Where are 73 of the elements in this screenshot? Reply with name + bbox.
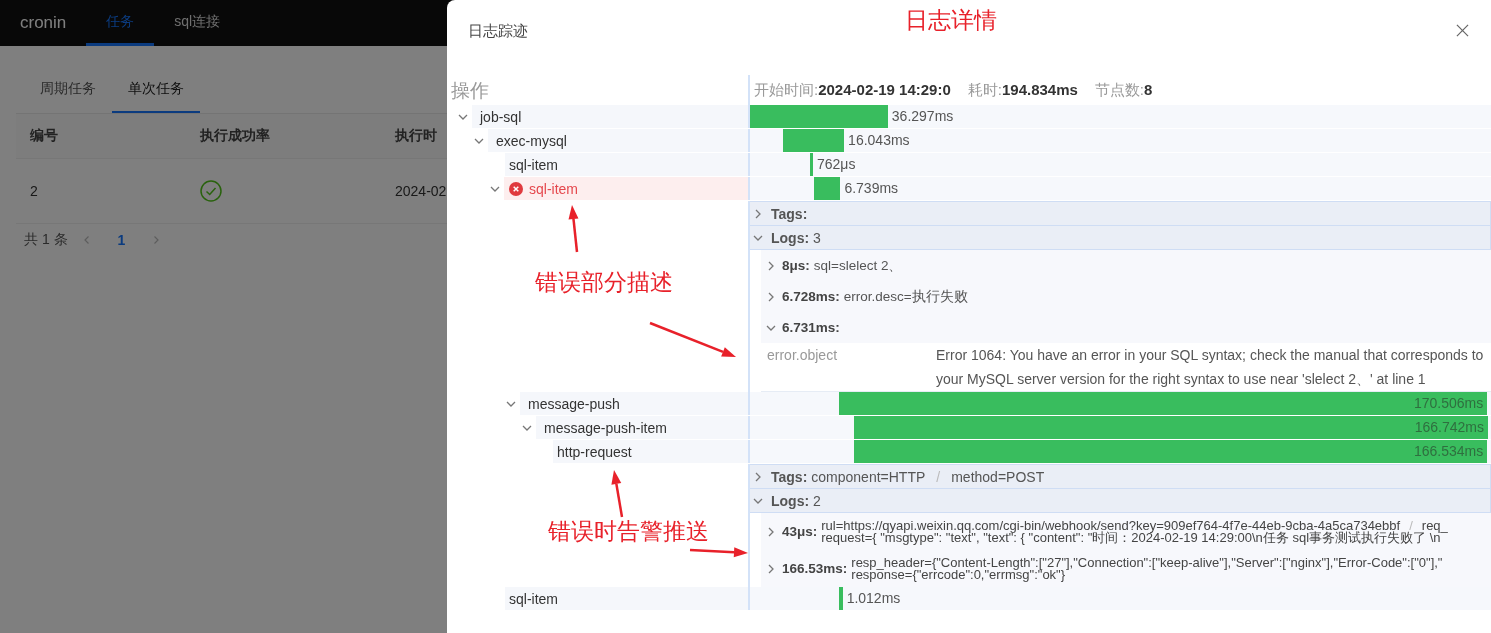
column-header: 编号	[29, 127, 59, 145]
field-value: Error 1064: You have an error in your SQL syntax; check the manual that corresponds to your MySQL server version for the right syntax to use near 'slelect 2、' at line 1	[936, 346, 1485, 389]
duration-label: 16.043ms	[848, 131, 910, 150]
field-key: error.object	[761, 343, 936, 391]
log-field: req_	[1421, 517, 1448, 533]
caret-icon[interactable]	[522, 423, 532, 433]
caret-icon[interactable]	[506, 399, 516, 409]
caret-icon[interactable]	[490, 184, 500, 194]
close-icon[interactable]	[1456, 24, 1469, 37]
column-header: 操作	[450, 79, 490, 103]
duration-label: 166.742ms	[1414, 418, 1486, 437]
summary-value: 194.834ms	[1001, 80, 1078, 98]
span-label[interactable]: message-push-item	[536, 416, 748, 439]
drawer-title: 日志踪迹	[468, 22, 528, 41]
log-field: sql=slelect 2、	[813, 257, 903, 273]
tag: method=POST	[951, 468, 1045, 485]
duration-bar	[838, 587, 843, 610]
annotation: 错误时告警推送	[548, 518, 709, 546]
duration-label: 6.739ms	[844, 179, 899, 198]
log-time[interactable]: 6.728ms:	[782, 289, 840, 304]
summary-label: 节点数:	[1094, 80, 1145, 98]
caret-icon[interactable]	[766, 291, 776, 302]
summary-value: 8	[1144, 80, 1153, 98]
tags-toggle[interactable]: Tags: component=HTTP / method=POST	[750, 464, 1491, 489]
tag: component=HTTP	[811, 468, 926, 485]
duration-label: 166.534ms	[1414, 442, 1485, 461]
total-count: 共 1 条	[24, 231, 68, 249]
log-field: error.desc=执行失败	[843, 288, 968, 304]
separator: /	[1409, 517, 1413, 533]
arrow	[611, 470, 624, 518]
span-label[interactable]: http-request	[553, 440, 748, 463]
span-label[interactable]: job-sql	[472, 105, 748, 128]
span-label[interactable]: sql-item	[505, 153, 748, 176]
caret-icon[interactable]	[766, 563, 776, 574]
summary-label: 耗时:	[967, 80, 1002, 98]
check-circle-icon	[200, 180, 222, 202]
table-cell-text: 2024-02	[394, 183, 447, 199]
span-label[interactable]: sql-item	[504, 177, 748, 200]
logs-toggle[interactable]: Logs: 3	[750, 226, 1491, 250]
duration-label: 170.506ms	[1414, 394, 1485, 413]
duration-label: 762μs	[817, 155, 856, 174]
summary-value: 2024-02-19 14:29:0	[818, 80, 951, 98]
separator: /	[936, 468, 941, 485]
span-label[interactable]: sql-item	[505, 587, 748, 610]
arrow	[689, 547, 748, 558]
arrow	[568, 205, 579, 253]
duration-label: 36.297ms	[891, 107, 954, 126]
column-header: 执行成功率	[199, 127, 271, 145]
span-label[interactable]: message-push	[520, 392, 748, 415]
sub-tab[interactable]: 周期任务	[24, 70, 112, 113]
duration-label: 1.012ms	[846, 589, 901, 608]
logs-toggle[interactable]: Logs: 2	[750, 489, 1491, 513]
caret-icon[interactable]	[458, 112, 468, 122]
log-time[interactable]: 6.731ms:	[782, 320, 840, 335]
log-time[interactable]: 8μs:	[782, 258, 810, 273]
log-time[interactable]: 43μs:	[782, 524, 818, 539]
nav-tab[interactable]: sql连接	[154, 0, 241, 46]
caret-icon[interactable]	[766, 260, 776, 271]
annotation: 日志详情	[905, 7, 997, 35]
table-cell-text: 2	[29, 183, 39, 199]
caret-icon[interactable]	[753, 208, 763, 219]
tags-toggle[interactable]: Tags:	[750, 201, 1491, 226]
caret-icon[interactable]	[474, 136, 484, 146]
brand-name: cronin	[20, 12, 67, 34]
annotation: 错误部分描述	[535, 269, 673, 297]
log-time[interactable]: 166.53ms:	[782, 561, 848, 576]
summary-label: 开始时间:	[754, 80, 819, 98]
caret-icon[interactable]	[766, 526, 776, 537]
log-field: rul=https://qyapi.weixin.qq.com/cgi-bin/webhook/send?key=909ef764-4f7e-44eb-9cba-4a5ca734ebbf	[821, 517, 1401, 533]
span-label[interactable]: exec-mysql	[488, 129, 748, 152]
caret-icon[interactable]	[753, 471, 763, 482]
error-icon	[509, 181, 523, 196]
column-header: 执行时	[394, 127, 437, 145]
